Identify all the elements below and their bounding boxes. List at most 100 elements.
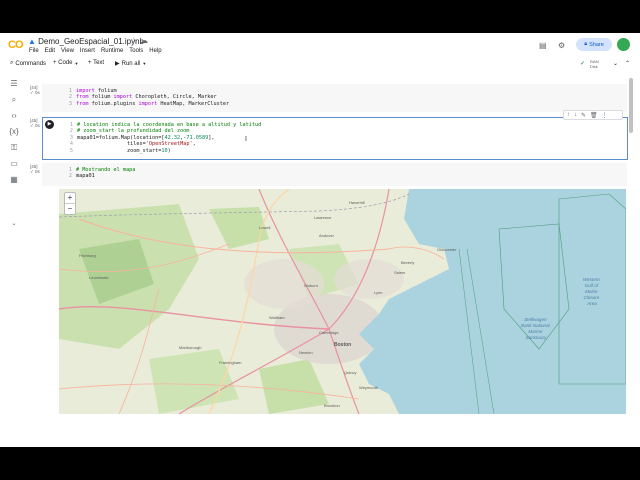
- code-token: 71.0589: [186, 134, 209, 141]
- edit-link-icon[interactable]: ✎: [581, 112, 586, 119]
- menu-tools[interactable]: Tools: [129, 48, 143, 54]
- cell-exec-status: [46] ✓ 0s: [30, 164, 40, 175]
- line-number: 2: [68, 173, 72, 180]
- connected-check-icon: ✓: [580, 61, 586, 67]
- terminal-icon[interactable]: ▦: [9, 175, 19, 185]
- exec-time: ✓ 0s: [30, 169, 40, 174]
- place-label-weymouth: Weymouth: [359, 385, 378, 390]
- delete-icon[interactable]: 🗑︎: [590, 112, 598, 119]
- code-token: import: [76, 88, 95, 94]
- code-editor[interactable]: 1 import folium 2 from folium import Chorop…: [62, 88, 229, 107]
- cloud-icon[interactable]: ☁: [140, 36, 148, 45]
- code-cell-active[interactable]: 1 # location indica la coordenada en base…: [42, 117, 628, 160]
- add-text-button[interactable]: + Text: [88, 60, 104, 66]
- check-icon: ✓: [30, 123, 34, 128]
- menu-insert[interactable]: Insert: [80, 48, 95, 54]
- exec-time: ✓ 0s: [30, 90, 40, 95]
- code-line: 5 zoom_start=10): [63, 148, 261, 154]
- place-label-salem: Salem: [394, 270, 406, 275]
- zoom-out-button[interactable]: −: [65, 203, 75, 214]
- avatar[interactable]: [617, 38, 630, 51]
- run-all-label: Run all: [121, 60, 141, 67]
- folium-map-output[interactable]: Lowell Lawrence Haverhill Andover Fitchb…: [59, 189, 626, 414]
- code-token: from: [76, 94, 89, 101]
- more-options-icon[interactable]: ⋮: [602, 112, 608, 119]
- chevron-up-icon[interactable]: ⌃: [625, 60, 630, 67]
- place-label-boston: Boston: [334, 342, 351, 348]
- code-snippets-icon[interactable]: ‹›: [9, 111, 19, 121]
- code-token: zoom_start=: [77, 147, 162, 154]
- colab-logo[interactable]: CO: [8, 39, 23, 51]
- text-cursor-icon: I: [245, 136, 247, 143]
- code-token: ],: [208, 134, 215, 141]
- code-token: ,: [192, 141, 196, 148]
- settings-gear-icon[interactable]: ⚙: [558, 41, 565, 50]
- check-icon: ✓: [30, 169, 34, 174]
- code-token: 42.32: [164, 134, 181, 141]
- place-label-woburn: Woburn: [304, 283, 318, 288]
- share-button[interactable]: 🔒︎ Share: [576, 38, 612, 51]
- place-label-quincy: Quincy: [344, 370, 356, 375]
- move-up-icon[interactable]: ↑: [567, 112, 570, 118]
- play-icon: ▶: [115, 61, 120, 67]
- place-label-beverly: Beverly: [401, 260, 414, 265]
- lock-icon: 🔒︎: [584, 41, 588, 47]
- commands-button[interactable]: ⌕ Commands: [10, 60, 46, 67]
- code-editor[interactable]: 1 # location indica la coordenada en base…: [63, 122, 261, 154]
- place-label-lynn: Lynn: [374, 290, 383, 295]
- vertical-scrollbar[interactable]: [629, 78, 633, 133]
- collapse-chevron-icon[interactable]: ⌄: [9, 219, 19, 229]
- menu-bar: File Edit View Insert Runtime Tools Help: [29, 48, 162, 54]
- notebook-title[interactable]: ▲ Demo_GeoEspacial_01.ipynb: [28, 37, 144, 46]
- run-all-button[interactable]: ▶ Run all ▼: [115, 60, 146, 68]
- left-sidebar: ☰ ⌕ ‹› {x} ⚿ ▭ ▦ ⌄: [0, 73, 28, 447]
- chevron-down-icon: ▼: [74, 60, 79, 66]
- secrets-key-icon[interactable]: ⚿: [9, 143, 19, 153]
- menu-view[interactable]: View: [61, 48, 74, 54]
- toolbar: ⌕ Commands + Code ▼ + Text ▶ Run all ▼ ✓…: [0, 57, 640, 72]
- code-editor[interactable]: 1 # Mostrando el mapa 2 mapa01: [62, 167, 135, 180]
- cell-exec-status: [45] ✓ 0s: [30, 118, 40, 129]
- add-code-button[interactable]: + Code ▼: [53, 60, 78, 66]
- menu-runtime[interactable]: Runtime: [101, 48, 123, 54]
- code-cell[interactable]: 1 # Mostrando el mapa 2 mapa01: [42, 163, 627, 186]
- code-token: mapa01=folium.Map(location=[: [77, 134, 165, 141]
- share-label: Share: [589, 41, 604, 48]
- place-label-haverhill: Haverhill: [349, 200, 365, 205]
- menu-help[interactable]: Help: [149, 48, 161, 54]
- code-token: # location indica la coordenada en base …: [77, 122, 262, 128]
- code-token: mapa01: [76, 173, 95, 180]
- place-label-andover: Andover: [319, 233, 335, 238]
- commands-label: Commands: [15, 60, 47, 67]
- run-cell-button[interactable]: ▶: [45, 120, 54, 129]
- code-token: Choropleth, Circle, Marker: [132, 94, 217, 101]
- code-token: folium: [94, 88, 117, 94]
- place-label-framingham: Framingham: [219, 360, 242, 365]
- table-of-contents-icon[interactable]: ☰: [9, 79, 19, 89]
- search-icon: ⌕: [10, 60, 14, 66]
- files-folder-icon[interactable]: ▭: [9, 159, 19, 169]
- place-label-waltham: Waltham: [269, 315, 285, 320]
- variables-icon[interactable]: {x}: [9, 127, 19, 137]
- place-label-leominster: Leominster: [89, 275, 109, 280]
- code-token: HeatMap, MarkerCluster: [157, 100, 230, 107]
- chevron-down-icon[interactable]: ⌄: [613, 60, 618, 67]
- code-cell[interactable]: 1 import folium 2 from folium import Chorop…: [42, 84, 627, 112]
- resource-monitor[interactable]: RAM Disk: [590, 59, 599, 69]
- menu-edit[interactable]: Edit: [45, 48, 55, 54]
- disk-label: Disk: [590, 64, 598, 69]
- line-number: 5: [69, 147, 73, 154]
- place-label-fitchburg: Fitchburg: [79, 253, 96, 258]
- search-icon[interactable]: ⌕: [9, 95, 19, 105]
- code-token: 'OpenStreetMap': [145, 141, 193, 148]
- code-token: folium.plugins: [88, 100, 139, 107]
- move-down-icon[interactable]: ↓: [574, 112, 577, 118]
- menu-file[interactable]: File: [29, 48, 39, 54]
- check-icon: ✓: [30, 90, 34, 95]
- comments-icon[interactable]: ▤: [539, 41, 547, 50]
- map-tiles[interactable]: Lowell Lawrence Haverhill Andover Fitchb…: [59, 189, 626, 414]
- zoom-in-button[interactable]: +: [65, 193, 75, 203]
- star-icon[interactable]: ☆: [130, 36, 137, 45]
- place-label-newton: Newton: [299, 350, 313, 355]
- notebook-title-text[interactable]: Demo_GeoEspacial_01.ipynb: [38, 37, 144, 46]
